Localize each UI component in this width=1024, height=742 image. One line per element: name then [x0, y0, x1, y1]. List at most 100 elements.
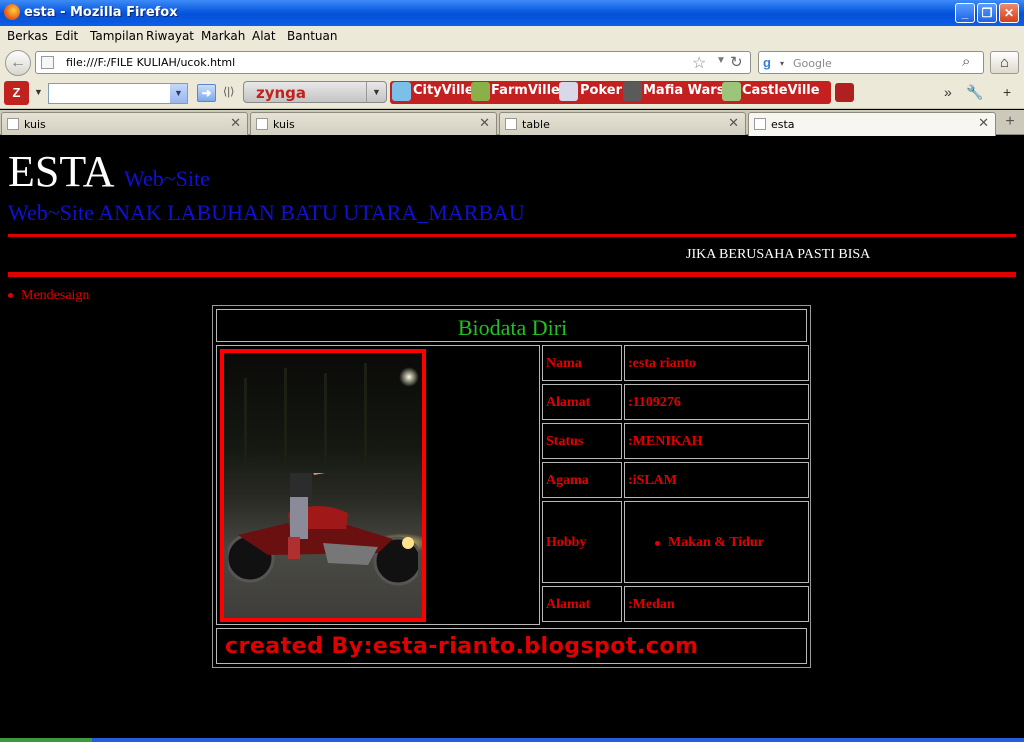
tab-page-icon — [256, 118, 268, 130]
photo-tree — [244, 378, 247, 468]
photo-tree — [284, 368, 287, 468]
toolbar-search-select[interactable]: ▼ — [48, 83, 188, 104]
tab-label: kuis — [273, 118, 295, 131]
reload-icon[interactable]: ↻ — [730, 53, 743, 71]
value-nama: :esta rianto — [628, 356, 697, 371]
brand-title: ESTA — [8, 147, 115, 196]
tab-page-icon — [505, 118, 517, 130]
address-bar[interactable]: file:///F:/FILE KULIAH/ucok.html ☆ ▼ ↻ — [35, 51, 751, 74]
site-tagline: Web~Site ANAK LABUHAN BATU UTARA_MARBAU — [8, 200, 525, 225]
profile-photo — [220, 349, 426, 622]
tab-label: esta — [771, 118, 795, 131]
game-link-cityville[interactable]: CityVille — [413, 83, 474, 98]
add-toolbar-icon[interactable]: + — [1003, 84, 1011, 100]
value-cell: :esta rianto — [624, 345, 809, 381]
tab-kuis-2[interactable]: kuis ✕ — [250, 112, 497, 135]
label-alamat: Alamat — [546, 395, 591, 410]
label-cell: Status — [542, 423, 622, 459]
restore-button[interactable]: ❐ — [977, 3, 997, 23]
menu-markah[interactable]: Markah — [201, 29, 245, 43]
value-alamat: :1109276 — [628, 395, 681, 410]
home-button[interactable]: ⌂ — [990, 51, 1019, 74]
search-icon[interactable]: ⌕ — [962, 53, 970, 70]
farmville-icon — [471, 82, 490, 101]
label-cell: Alamat — [542, 384, 622, 420]
tab-esta[interactable]: esta ✕ — [748, 112, 996, 136]
menu-berkas[interactable]: Berkas — [7, 29, 48, 43]
label-cell: Hobby — [542, 501, 622, 583]
biodata-title: Biodata Diri — [457, 315, 568, 340]
menu-alat[interactable]: Alat — [252, 29, 276, 43]
history-dropdown-icon[interactable]: ▼ — [716, 55, 726, 66]
photo-tree — [324, 373, 327, 468]
label-cell: Alamat — [542, 586, 622, 622]
label-nama: Nama — [546, 356, 582, 371]
divider-bottom — [8, 272, 1016, 277]
value-cell: :1109276 — [624, 384, 809, 420]
motorcycle-rider-image — [228, 473, 418, 586]
cityville-icon — [392, 82, 411, 101]
toolbar-dropdown-icon[interactable]: ▼ — [34, 87, 43, 97]
zynga-label: zynga — [256, 84, 307, 102]
divider-top — [8, 234, 1016, 237]
search-input[interactable]: Google — [793, 57, 832, 70]
page-icon — [41, 56, 54, 69]
tab-close-icon[interactable]: ✕ — [230, 115, 241, 131]
navigation-bar: ← file:///F:/FILE KULIAH/ucok.html ☆ ▼ ↻… — [0, 47, 1024, 78]
back-button[interactable]: ← — [5, 50, 31, 76]
label-cell: Agama — [542, 462, 622, 498]
bullet-icon — [655, 541, 660, 546]
bookmark-star-icon[interactable]: ☆ — [692, 53, 706, 73]
chevron-down-icon[interactable]: ▼ — [170, 84, 187, 103]
address-text[interactable]: file:///F:/FILE KULIAH/ucok.html — [66, 56, 235, 69]
dice-game-icon[interactable] — [835, 83, 854, 102]
value-cell: :iSLAM — [624, 462, 809, 498]
tab-page-icon — [7, 118, 19, 130]
motto-text: JIKA BERUSAHA PASTI BISA — [686, 247, 871, 262]
go-arrow-button[interactable]: ➜ — [197, 84, 216, 102]
start-button[interactable] — [0, 738, 92, 742]
zynga-button[interactable]: zynga ▼ — [243, 81, 387, 103]
tab-table[interactable]: table ✕ — [499, 112, 746, 135]
tab-close-icon[interactable]: ✕ — [728, 115, 739, 131]
windows-taskbar — [0, 738, 1024, 742]
tab-label: kuis — [24, 118, 46, 131]
menu-edit[interactable]: Edit — [55, 29, 78, 43]
menu-bar: Berkas Edit Tampilan Riwayat Markah Alat… — [0, 26, 1024, 47]
search-engine-dropdown-icon[interactable]: ▾ — [780, 59, 784, 68]
minimize-button[interactable]: _ — [955, 3, 975, 23]
new-tab-button[interactable]: + — [998, 112, 1022, 134]
castleville-icon — [722, 82, 741, 101]
zynga-dog-icon[interactable]: Z — [4, 81, 29, 105]
google-icon[interactable]: g — [763, 55, 771, 70]
label-agama: Agama — [546, 473, 589, 488]
zynga-dropdown-icon[interactable]: ▼ — [366, 82, 386, 102]
value-agama: :iSLAM — [628, 473, 677, 488]
game-link-mafia-wars[interactable]: Mafia Wars — [643, 83, 724, 98]
value-hobby: Makan & Tidur — [668, 535, 764, 550]
page-content: ESTA Web~Site Web~Site ANAK LABUHAN BATU… — [0, 136, 1024, 738]
value-cell: Makan & Tidur — [624, 501, 809, 583]
game-link-poker[interactable]: Poker — [580, 83, 622, 98]
menu-tampilan[interactable]: Tampilan — [90, 29, 144, 43]
search-bar[interactable]: g ▾ Google ⌕ — [758, 51, 984, 74]
tab-kuis-1[interactable]: kuis ✕ — [1, 112, 248, 135]
game-link-castleville[interactable]: CastleVille — [742, 83, 820, 98]
footer-credit: created By:esta-rianto.blogspot.com — [225, 634, 699, 659]
tab-page-icon — [754, 118, 766, 130]
menu-bantuan[interactable]: Bantuan — [287, 29, 337, 43]
window-titlebar: esta - Mozilla Firefox _ ❐ ✕ — [0, 0, 1024, 26]
wrench-icon[interactable]: 🔧 — [966, 84, 983, 101]
zynga-toolbar: Z ▼ ▼ ➜ ⟨|⟩ zynga ▼ CityVille FarmVille … — [0, 78, 1024, 109]
tab-close-icon[interactable]: ✕ — [978, 115, 989, 131]
toolbar-overflow-chevron[interactable]: » — [944, 84, 952, 100]
close-window-button[interactable]: ✕ — [999, 3, 1019, 23]
nav-link-mendesaign[interactable]: Mendesaign — [21, 288, 89, 303]
value-cell: :MENIKAH — [624, 423, 809, 459]
toolbar-resize-handle-icon[interactable]: ⟨|⟩ — [223, 85, 234, 98]
tab-close-icon[interactable]: ✕ — [479, 115, 490, 131]
game-link-farmville[interactable]: FarmVille — [491, 83, 560, 98]
menu-riwayat[interactable]: Riwayat — [146, 29, 194, 43]
bullet-icon — [8, 293, 13, 299]
footer-cell: created By:esta-rianto.blogspot.com — [216, 628, 807, 664]
